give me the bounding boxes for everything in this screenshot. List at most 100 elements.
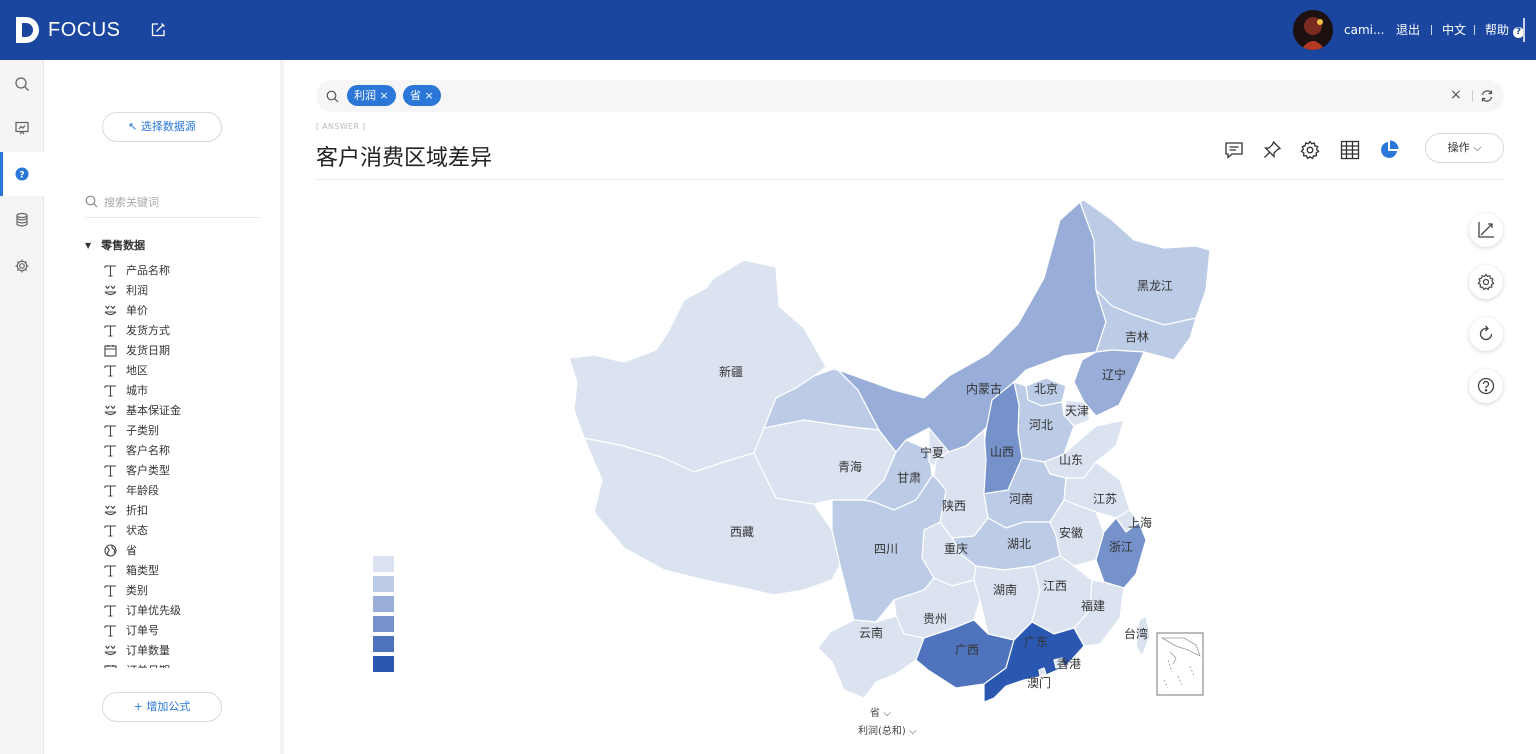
province-label: 西藏	[730, 525, 754, 539]
field-label: 省	[126, 544, 137, 557]
field-item[interactable]: 订单优先级	[103, 600, 273, 620]
field-label: 发货方式	[126, 324, 170, 337]
field-item[interactable]: 基本保证金	[103, 400, 273, 420]
province-label: 山东	[1059, 453, 1083, 467]
field-item[interactable]: 箱类型	[103, 560, 273, 580]
gear-icon	[15, 259, 29, 273]
province-label: 云南	[859, 625, 883, 640]
text-type-icon	[103, 383, 117, 397]
text-type-icon	[103, 483, 117, 497]
legend-swatch	[373, 556, 394, 572]
avatar[interactable]	[1293, 10, 1333, 50]
text-type-icon	[103, 263, 117, 277]
search-icon	[85, 195, 98, 208]
legend-swatch	[373, 636, 394, 652]
logout-link[interactable]: 退出	[1396, 22, 1420, 38]
username[interactable]: cami...	[1344, 22, 1384, 38]
province-label: 安徽	[1059, 525, 1083, 540]
field-label: 订单号	[126, 624, 159, 637]
keyword-search-placeholder: 搜索关键词	[104, 195, 159, 209]
keyword-search[interactable]: 搜索关键词	[85, 186, 260, 218]
text-type-icon	[103, 563, 117, 577]
measure-type-icon	[103, 643, 117, 657]
app-logo[interactable]: FOCUS	[14, 14, 134, 46]
rail-database[interactable]	[0, 198, 44, 242]
main-area: 利润 × 省 × × [ ANSWER ] 客户消费区域差异 操作 ⌵ 新疆 西藏…	[284, 60, 1536, 754]
chevron-down-icon: ⌵	[883, 708, 891, 719]
select-datasource-button[interactable]: ↖ 选择数据源	[102, 112, 222, 142]
rail-settings[interactable]	[0, 244, 44, 288]
province-label: 江苏	[1093, 492, 1117, 506]
field-item[interactable]: 发货日期	[103, 340, 273, 360]
province-label: 天津	[1065, 404, 1089, 418]
field-item[interactable]: 地区	[103, 360, 273, 380]
field-label: 类别	[126, 584, 148, 597]
field-label: 客户名称	[126, 444, 170, 457]
tree-root-retail[interactable]: ▼ 零售数据	[85, 236, 145, 254]
logo-text: FOCUS	[48, 18, 121, 41]
field-label: 状态	[126, 524, 148, 537]
edit-icon[interactable]	[150, 22, 168, 40]
field-item[interactable]: 子类别	[103, 420, 273, 440]
field-item[interactable]: 客户名称	[103, 440, 273, 460]
field-item[interactable]: 省	[103, 540, 273, 560]
province-label: 吉林	[1125, 330, 1149, 344]
text-type-icon	[103, 463, 117, 477]
province-label: 内蒙古	[966, 381, 1002, 396]
province-label: 福建	[1081, 598, 1105, 613]
help-link[interactable]: 帮助?	[1485, 22, 1525, 38]
legend-swatch	[373, 576, 394, 592]
province-region[interactable]	[1038, 667, 1047, 677]
field-list: 产品名称利润 单价发货方式发货日期 地区 城市 基本保证金 子类别客户名称客户类型 年龄段折…	[103, 260, 273, 668]
field-item[interactable]: 单价	[103, 300, 273, 320]
measure-type-icon	[103, 303, 117, 317]
y-axis-selector[interactable]: 利润(总和) ⌵	[858, 722, 917, 737]
field-label: 订单优先级	[126, 604, 181, 617]
nav-divider	[1474, 25, 1475, 35]
tree-root-label: 零售数据	[101, 239, 146, 252]
field-item[interactable]: 城市	[103, 380, 273, 400]
province-label: 湖南	[993, 582, 1017, 597]
field-item[interactable]: 订单数量	[103, 640, 273, 660]
province-label: 广东	[1024, 635, 1048, 649]
add-formula-button[interactable]: + 增加公式	[102, 692, 222, 722]
field-item[interactable]: 年龄段	[103, 480, 273, 500]
province-label: 上海	[1128, 515, 1152, 530]
measure-type-icon	[103, 503, 117, 517]
province-label: 山西	[990, 445, 1014, 459]
field-item[interactable]: 发货方式	[103, 320, 273, 340]
language-link[interactable]: 中文	[1442, 22, 1466, 38]
province-label: 北京	[1034, 382, 1058, 396]
rail-search[interactable]	[0, 62, 44, 106]
field-item[interactable]: 状态	[103, 520, 273, 540]
field-item[interactable]: 利润	[103, 280, 273, 300]
province-label: 香港	[1057, 657, 1081, 671]
measure-type-icon	[103, 403, 117, 417]
field-label: 产品名称	[126, 264, 170, 277]
province-label: 湖北	[1007, 536, 1031, 551]
field-item[interactable]: 客户类型	[103, 460, 273, 480]
legend-swatch	[373, 616, 394, 632]
question-icon: ?	[15, 167, 29, 181]
text-type-icon	[103, 523, 117, 537]
text-type-icon	[103, 323, 117, 337]
globe-icon	[103, 543, 117, 557]
field-label: 订单数量	[126, 644, 170, 657]
chevron-down-icon: ⌵	[909, 726, 917, 737]
rail-board[interactable]	[0, 106, 44, 150]
rail-question[interactable]: ?	[0, 152, 44, 196]
field-item[interactable]: 折扣	[103, 500, 273, 520]
field-item[interactable]: 订单号	[103, 620, 273, 640]
database-icon	[16, 212, 28, 227]
left-rail: ?	[0, 60, 44, 754]
field-item[interactable]: 类别	[103, 580, 273, 600]
x-axis-selector[interactable]: 省 ⌵	[870, 704, 891, 719]
province-label: 广西	[955, 643, 979, 657]
province-label: 黑龙江	[1137, 279, 1173, 293]
province-label: 贵州	[923, 612, 947, 626]
province-label: 浙江	[1109, 540, 1133, 554]
field-item[interactable]: 订单日期	[103, 660, 273, 668]
field-item[interactable]: 产品名称	[103, 260, 273, 280]
province-label: 新疆	[719, 364, 743, 379]
field-label: 订单日期	[126, 662, 170, 668]
